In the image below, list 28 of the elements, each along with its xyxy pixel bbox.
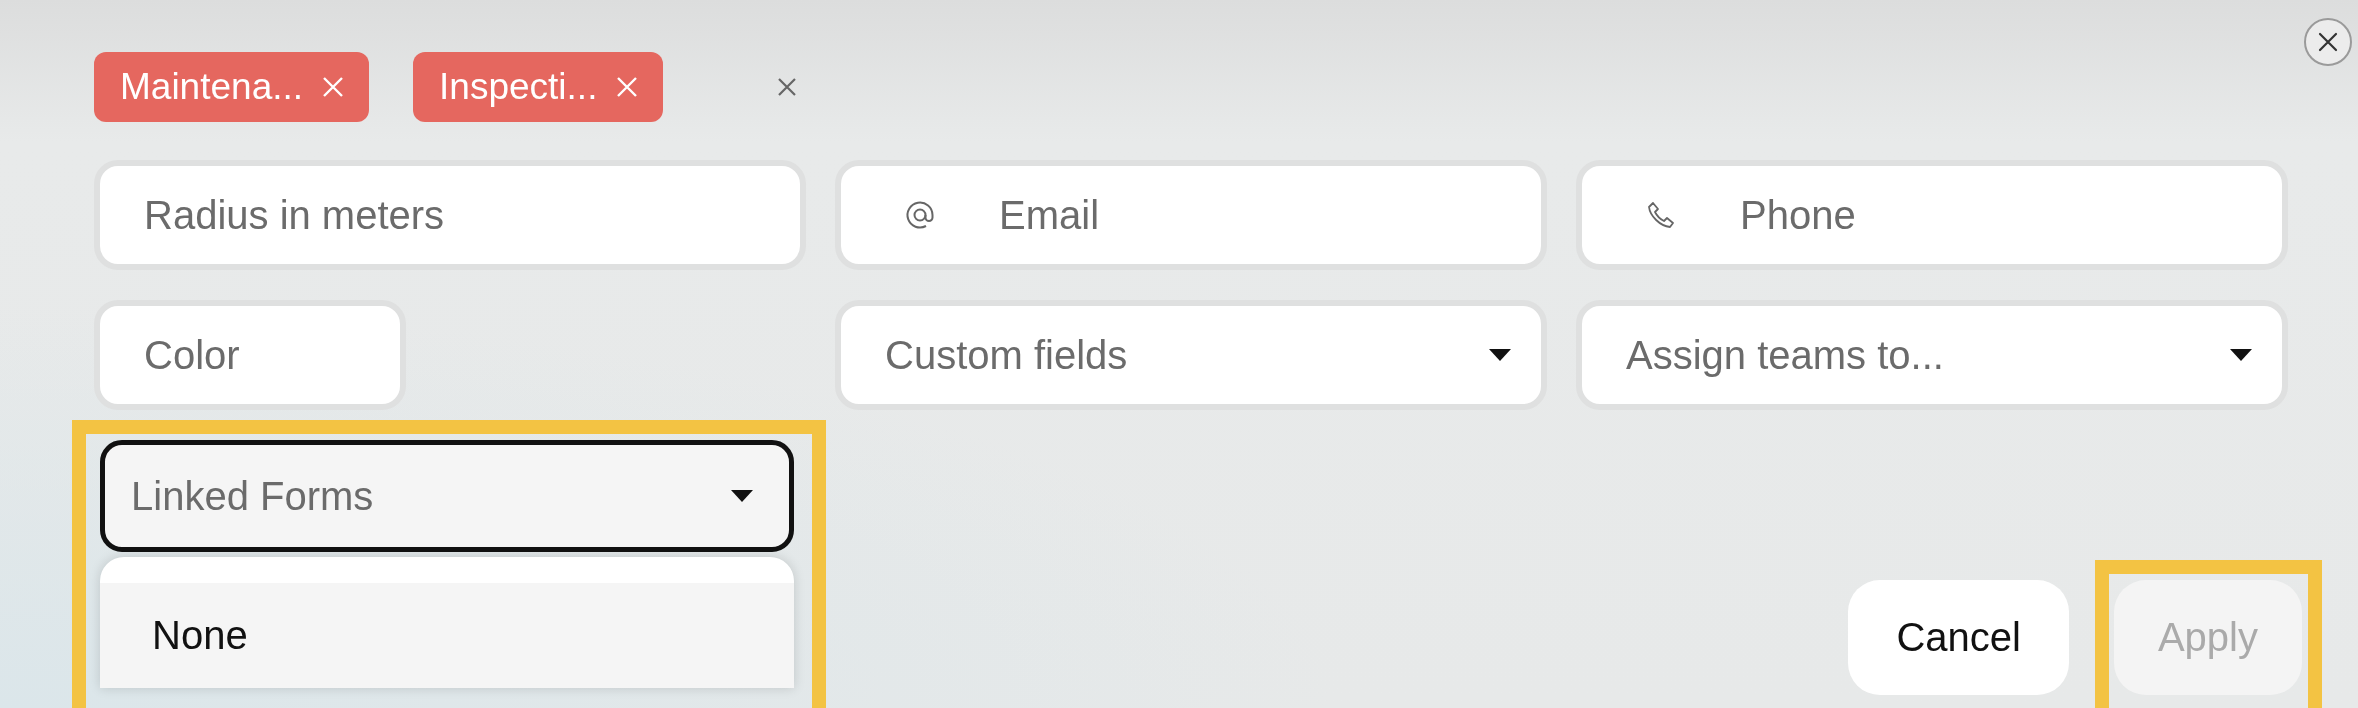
- close-button[interactable]: [2304, 18, 2352, 66]
- menu-option[interactable]: None: [100, 583, 794, 688]
- input-field[interactable]: Email: [835, 160, 1547, 270]
- select-field[interactable]: Assign teams to...: [1576, 300, 2288, 410]
- clear-icon[interactable]: [777, 77, 798, 97]
- cancel-button[interactable]: Cancel: [1848, 580, 2069, 695]
- select-field[interactable]: Linked Forms: [100, 440, 794, 552]
- placeholder-text: Custom fields: [885, 332, 1129, 378]
- phone-icon: [1646, 200, 1676, 230]
- placeholder-text: Email: [999, 192, 1101, 238]
- caret-icon: [1489, 349, 1511, 361]
- select-field[interactable]: Custom fields: [835, 300, 1547, 410]
- input-field[interactable]: Radius in meters: [94, 160, 806, 270]
- placeholder-text: Phone: [1740, 192, 1857, 238]
- placeholder-text: Linked Forms: [131, 473, 375, 519]
- remove-icon[interactable]: [615, 75, 640, 99]
- placeholder-text: Assign teams to...: [1626, 332, 1945, 378]
- tag-label: Inspecti...: [439, 66, 598, 108]
- tag-label: Maintena...: [120, 66, 304, 108]
- close-icon: [2317, 31, 2339, 53]
- placeholder-text: Radius in meters: [144, 192, 446, 238]
- input-field[interactable]: Color: [94, 300, 406, 410]
- placeholder-text: Color: [144, 332, 240, 378]
- at-sign-icon: [905, 200, 935, 230]
- caret-icon: [2230, 349, 2252, 361]
- remove-icon[interactable]: [321, 75, 346, 99]
- caret-icon: [731, 490, 753, 502]
- input-field[interactable]: Phone: [1576, 160, 2288, 270]
